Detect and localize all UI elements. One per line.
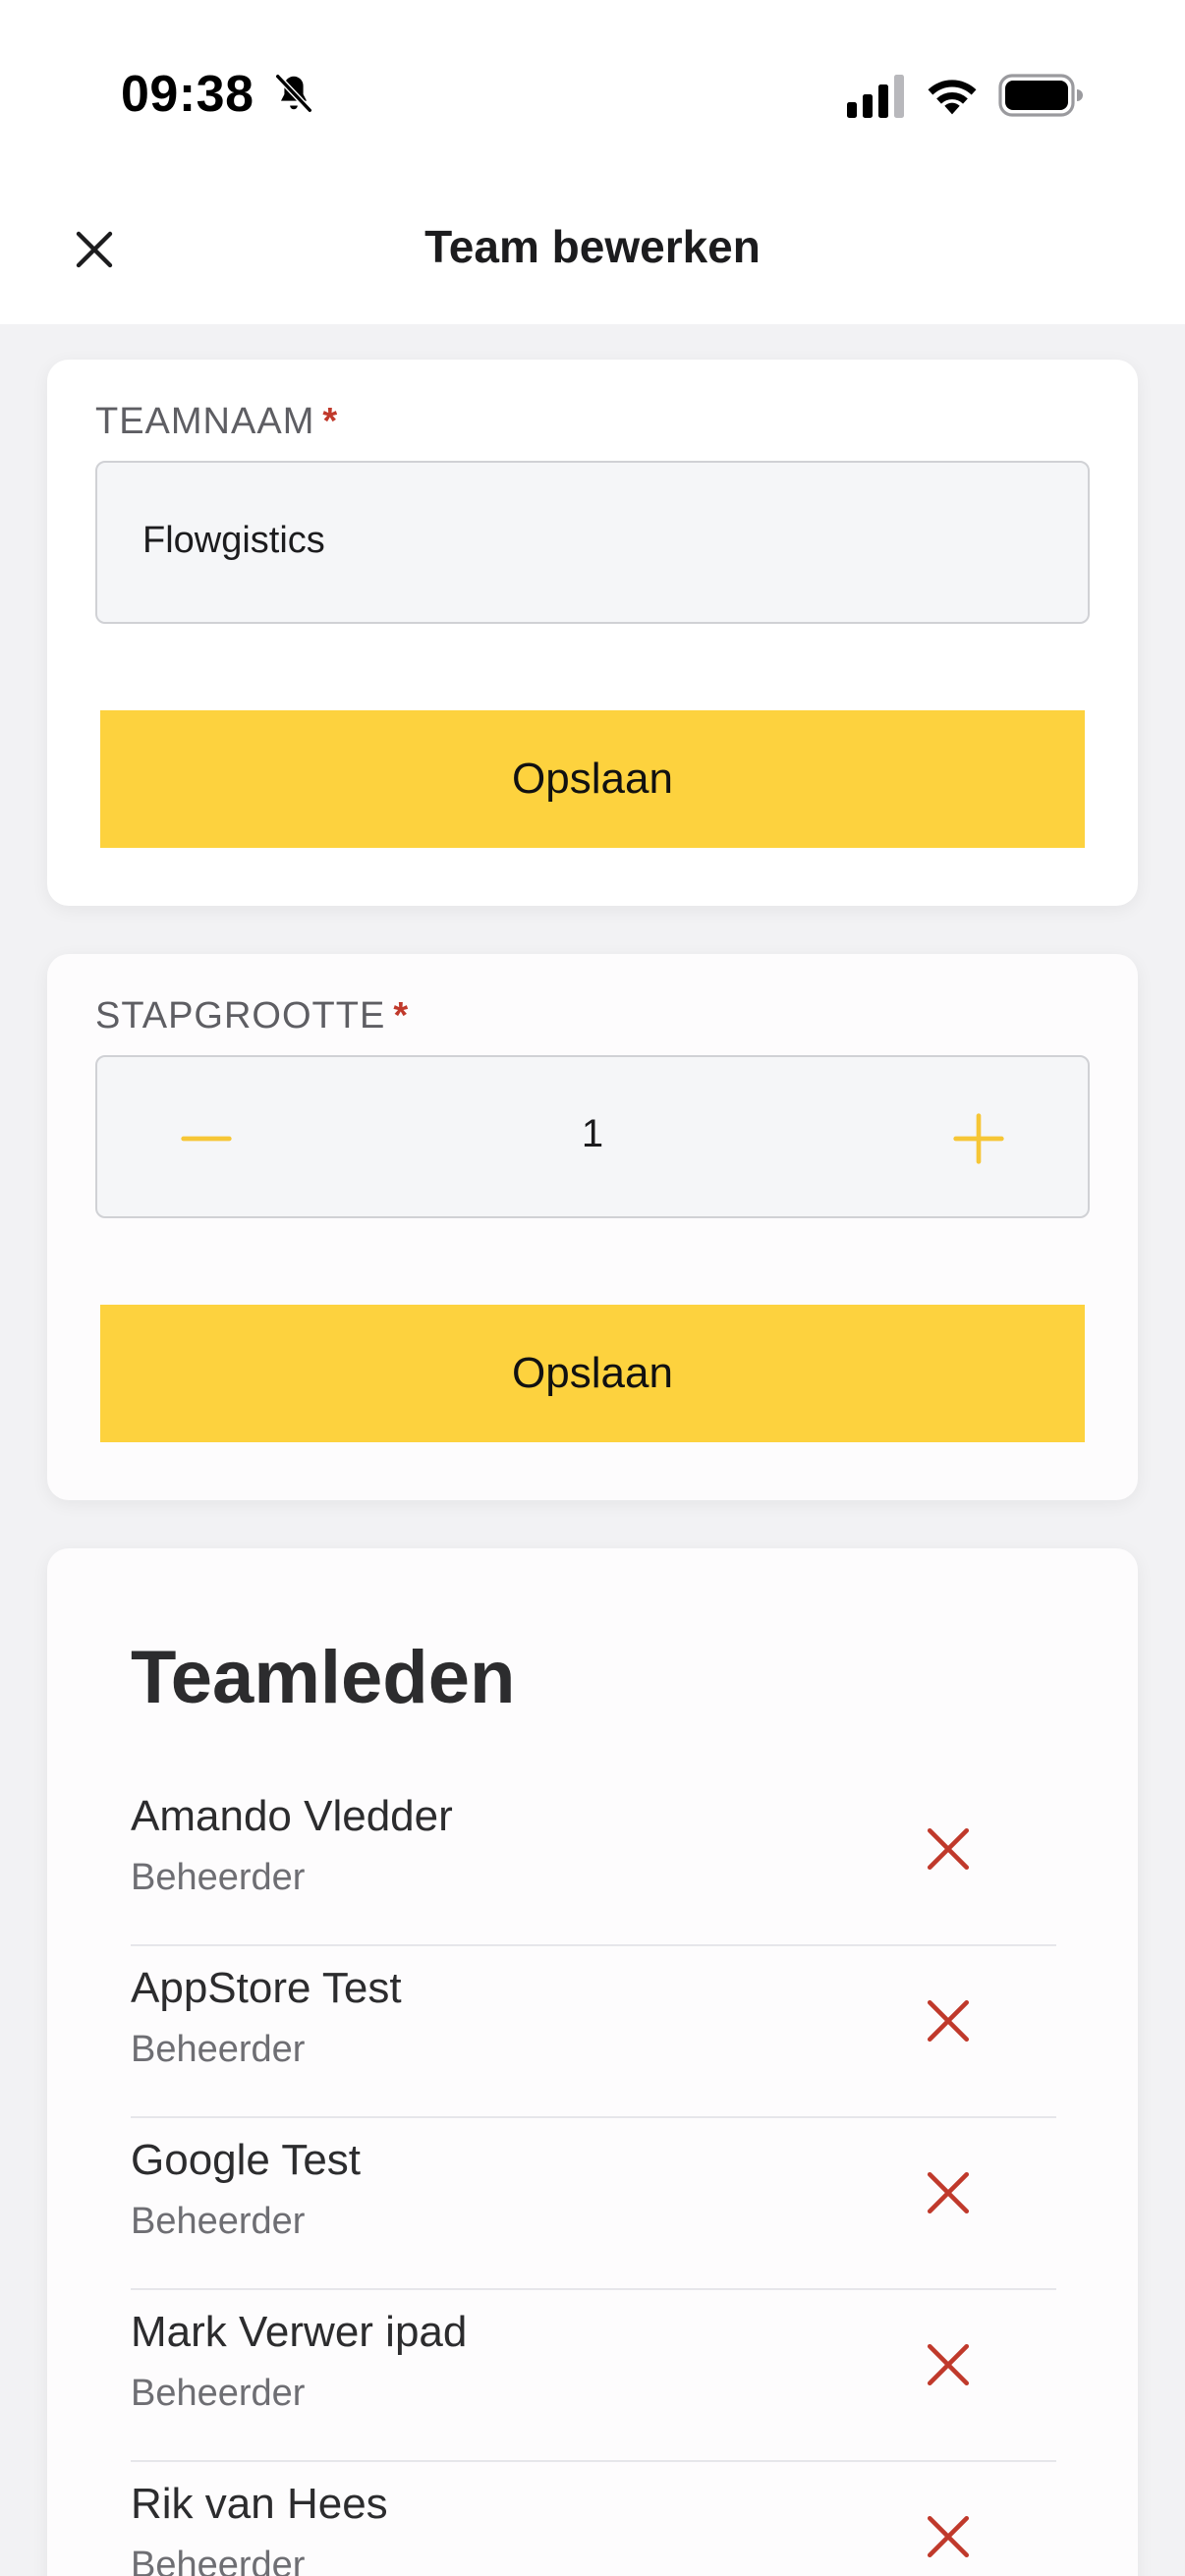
member-role: Beheerder (131, 2029, 306, 2070)
remove-icon (927, 2171, 970, 2214)
remove-member-button[interactable] (919, 2507, 978, 2566)
list-item: Mark Verwer ipad Beheerder (131, 2290, 1056, 2462)
member-role: Beheerder (131, 2201, 306, 2242)
step-size-label: STAPGROOTTE * (95, 995, 409, 1037)
remove-icon (927, 2343, 970, 2386)
list-item: Google Test Beheerder (131, 2118, 1056, 2290)
team-name-card: TEAMNAAM * Flowgistics Opslaan (47, 360, 1138, 906)
member-name: AppStore Test (131, 1964, 402, 2012)
team-name-label-text: TEAMNAAM (95, 401, 315, 442)
step-size-card: STAPGROOTTE * 1 Opslaan (47, 954, 1138, 1500)
remove-icon (927, 1827, 970, 1871)
list-item: AppStore Test Beheerder (131, 1946, 1056, 2118)
step-size-stepper: 1 (95, 1055, 1090, 1218)
remove-icon (927, 2515, 970, 2558)
member-name: Google Test (131, 2136, 362, 2184)
list-item: Amando Vledder Beheerder (131, 1774, 1056, 1946)
status-time: 09:38 (121, 66, 254, 123)
member-list: Amando Vledder Beheerder AppStore Test B… (131, 1774, 1056, 2576)
wifi-icon (928, 80, 977, 115)
member-name: Mark Verwer ipad (131, 2308, 468, 2356)
bell-muted-icon (274, 73, 313, 114)
team-name-label: TEAMNAAM * (95, 401, 338, 443)
member-name: Rik van Hees (131, 2480, 388, 2528)
remove-icon (927, 1999, 970, 2043)
header: Team bewerken (0, 177, 1185, 324)
save-step-size-button[interactable]: Opslaan (100, 1305, 1085, 1442)
team-name-value: Flowgistics (142, 520, 325, 561)
remove-member-button[interactable] (919, 1991, 978, 2050)
battery-icon (998, 74, 1083, 117)
remove-member-button[interactable] (919, 2335, 978, 2394)
list-item: Rik van Hees Beheerder (131, 2462, 1056, 2576)
step-size-label-text: STAPGROOTTE (95, 995, 386, 1036)
status-bar: 09:38 (0, 0, 1185, 177)
plus-icon (953, 1113, 1004, 1164)
screen: 09:38 Team bewerken TEAMNAAM * Flowgisti… (0, 0, 1185, 2576)
page-title: Team bewerken (424, 221, 761, 272)
team-name-input[interactable]: Flowgistics (95, 461, 1090, 624)
increment-button[interactable] (936, 1096, 1021, 1181)
save-team-name-button[interactable]: Opslaan (100, 710, 1085, 848)
remove-member-button[interactable] (919, 1820, 978, 1878)
member-role: Beheerder (131, 1857, 306, 1898)
remove-member-button[interactable] (919, 2163, 978, 2222)
required-marker: * (322, 401, 339, 442)
member-role: Beheerder (131, 2545, 306, 2576)
team-members-title: Teamleden (131, 1636, 516, 1719)
member-role: Beheerder (131, 2373, 306, 2414)
team-members-card: Teamleden Amando Vledder Beheerder AppSt… (47, 1548, 1138, 2576)
cellular-signal-icon (847, 75, 904, 118)
member-name: Amando Vledder (131, 1792, 453, 1840)
required-marker: * (393, 995, 410, 1036)
